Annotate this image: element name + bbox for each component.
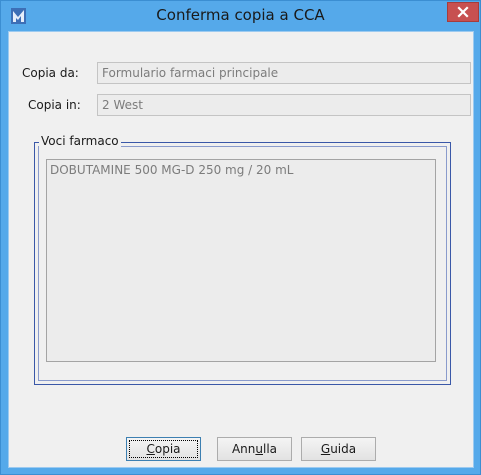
window-title: Conferma copia a CCA — [156, 6, 325, 24]
copy-button[interactable]: Copia — [126, 437, 201, 461]
copy-from-field[interactable]: Formulario farmaci principale — [97, 62, 471, 84]
close-button[interactable] — [447, 2, 479, 22]
title-bar[interactable]: Conferma copia a CCA — [1, 1, 480, 31]
drug-items-group: Voci farmaco DOBUTAMINE 500 MG-D 250 mg … — [34, 134, 451, 385]
dialog-window: Conferma copia a CCA Copia da: Formulari… — [0, 0, 481, 475]
list-item[interactable]: DOBUTAMINE 500 MG-D 250 mg / 20 mL — [50, 163, 294, 177]
dialog-content: Copia da: Formulario farmaci principale … — [8, 31, 474, 468]
drug-items-list[interactable]: DOBUTAMINE 500 MG-D 250 mg / 20 mL — [46, 159, 436, 362]
copy-to-label: Copia in: — [28, 98, 81, 112]
drug-items-legend: Voci farmaco — [39, 134, 121, 148]
cancel-mnemonic: u — [255, 442, 263, 456]
copy-from-label: Copia da: — [22, 66, 79, 80]
focus-ring — [129, 440, 198, 458]
help-button[interactable]: Guida — [301, 437, 376, 461]
close-icon — [457, 6, 469, 18]
copy-to-field[interactable]: 2 West — [97, 94, 471, 116]
cancel-button[interactable]: Annulla — [217, 437, 292, 461]
help-mnemonic: G — [320, 442, 331, 456]
